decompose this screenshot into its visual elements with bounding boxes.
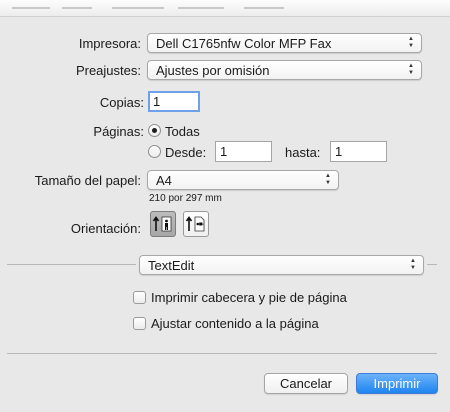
up-down-arrows-icon: ▲ ▼ xyxy=(325,173,331,186)
presets-value: Ajustes por omisión xyxy=(156,63,270,78)
sheet-edge-mark xyxy=(12,7,50,9)
up-down-arrows-icon: ▲ ▼ xyxy=(408,63,414,76)
app-section-value: TextEdit xyxy=(148,258,195,273)
printer-value: Dell C1765nfw Color MFP Fax xyxy=(156,36,332,51)
pages-all-radio[interactable] xyxy=(148,124,161,137)
paper-size-value: A4 xyxy=(156,173,172,188)
cancel-button[interactable]: Cancelar xyxy=(264,373,348,394)
pages-from-label: Desde: xyxy=(165,145,207,160)
pages-from-field[interactable]: 1 xyxy=(215,141,272,162)
section-divider-left xyxy=(7,264,136,265)
pages-to-field[interactable]: 1 xyxy=(330,141,387,162)
printer-select[interactable]: Dell C1765nfw Color MFP Fax ▲ ▼ xyxy=(147,33,422,53)
orientation-label: Orientación: xyxy=(70,221,141,236)
header-footer-label: Imprimir cabecera y pie de página xyxy=(151,290,347,305)
sheet-edge-mark xyxy=(244,7,284,9)
paper-size-label: Tamaño del papel: xyxy=(34,173,141,188)
up-down-arrows-icon: ▲ ▼ xyxy=(410,258,416,271)
landscape-orientation-icon xyxy=(185,216,205,232)
copies-label: Copias: xyxy=(99,95,144,110)
app-section-select[interactable]: TextEdit ▲ ▼ xyxy=(139,255,424,275)
sheet-edge-mark xyxy=(62,7,92,9)
fit-content-label: Ajustar contenido a la página xyxy=(151,316,319,331)
print-button[interactable]: Imprimir xyxy=(356,373,438,394)
paper-dimensions: 210 por 297 mm xyxy=(149,193,222,204)
pages-label: Páginas: xyxy=(93,124,144,139)
orientation-portrait-button[interactable] xyxy=(150,211,176,237)
sheet-edge-mark xyxy=(178,7,224,9)
presets-label: Preajustes: xyxy=(75,63,141,78)
fit-content-checkbox[interactable] xyxy=(133,317,146,330)
printer-label: Impresora: xyxy=(78,36,141,51)
portrait-orientation-icon xyxy=(152,216,172,232)
header-footer-checkbox[interactable] xyxy=(133,291,146,304)
paper-size-select[interactable]: A4 ▲ ▼ xyxy=(147,170,339,190)
up-down-arrows-icon: ▲ ▼ xyxy=(408,36,414,49)
section-divider-right xyxy=(427,264,437,265)
bottom-divider xyxy=(7,353,437,354)
orientation-landscape-button[interactable] xyxy=(183,211,209,237)
pages-all-label: Todas xyxy=(165,124,200,139)
pages-from-radio[interactable] xyxy=(148,145,161,158)
pages-to-label: hasta: xyxy=(285,145,321,160)
sheet-top-edge xyxy=(0,0,450,17)
copies-field[interactable]: 1 xyxy=(148,91,200,112)
presets-select[interactable]: Ajustes por omisión ▲ ▼ xyxy=(147,60,422,80)
sheet-edge-mark xyxy=(112,7,164,9)
radio-selected-dot xyxy=(152,128,157,133)
